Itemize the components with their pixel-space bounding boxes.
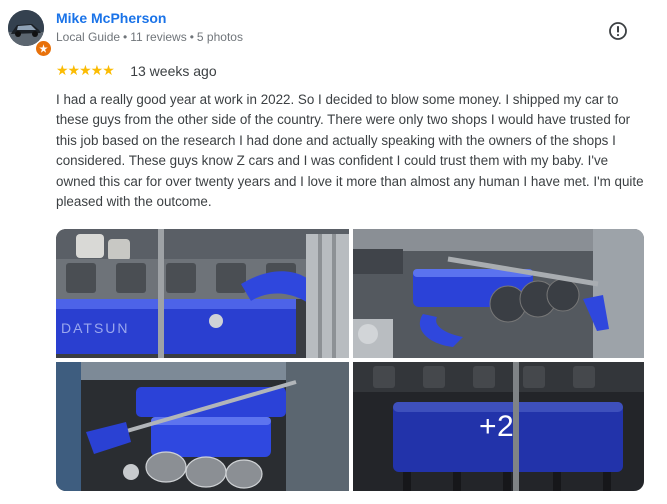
photo-gallery: DATSUN +2 [56,229,644,491]
review-count: 11 reviews [130,30,187,44]
more-photos-count[interactable]: +2 [479,410,514,444]
rating-row: ★★★★★ 13 weeks ago [56,62,217,80]
local-guide-badge-icon [35,40,52,57]
review-time: 13 weeks ago [130,62,217,79]
star-rating: ★★★★★ [56,62,115,79]
review-text: I had a really good year at work in 2022… [56,92,644,210]
review-photo-2[interactable] [353,229,644,358]
review-card: Mike McPherson Local Guide • 11 reviews • 5 … [0,0,667,504]
meta-separator: • [189,30,194,44]
svg-text:DATSUN: DATSUN [61,320,130,336]
meta-separator: • [123,30,128,44]
reviewer-name[interactable]: Mike McPherson [56,10,166,26]
report-button[interactable] [607,20,629,42]
review-photo-3[interactable] [56,362,349,491]
review-photo-1[interactable]: DATSUN [56,229,349,358]
photo-count: 5 photos [196,30,243,44]
reviewer-meta: Local Guide • 11 reviews • 5 photos [56,30,243,44]
review-photo-4[interactable]: +2 [353,362,644,491]
report-icon [609,22,627,40]
local-guide-label: Local Guide [56,30,121,44]
avatar[interactable] [8,10,52,57]
